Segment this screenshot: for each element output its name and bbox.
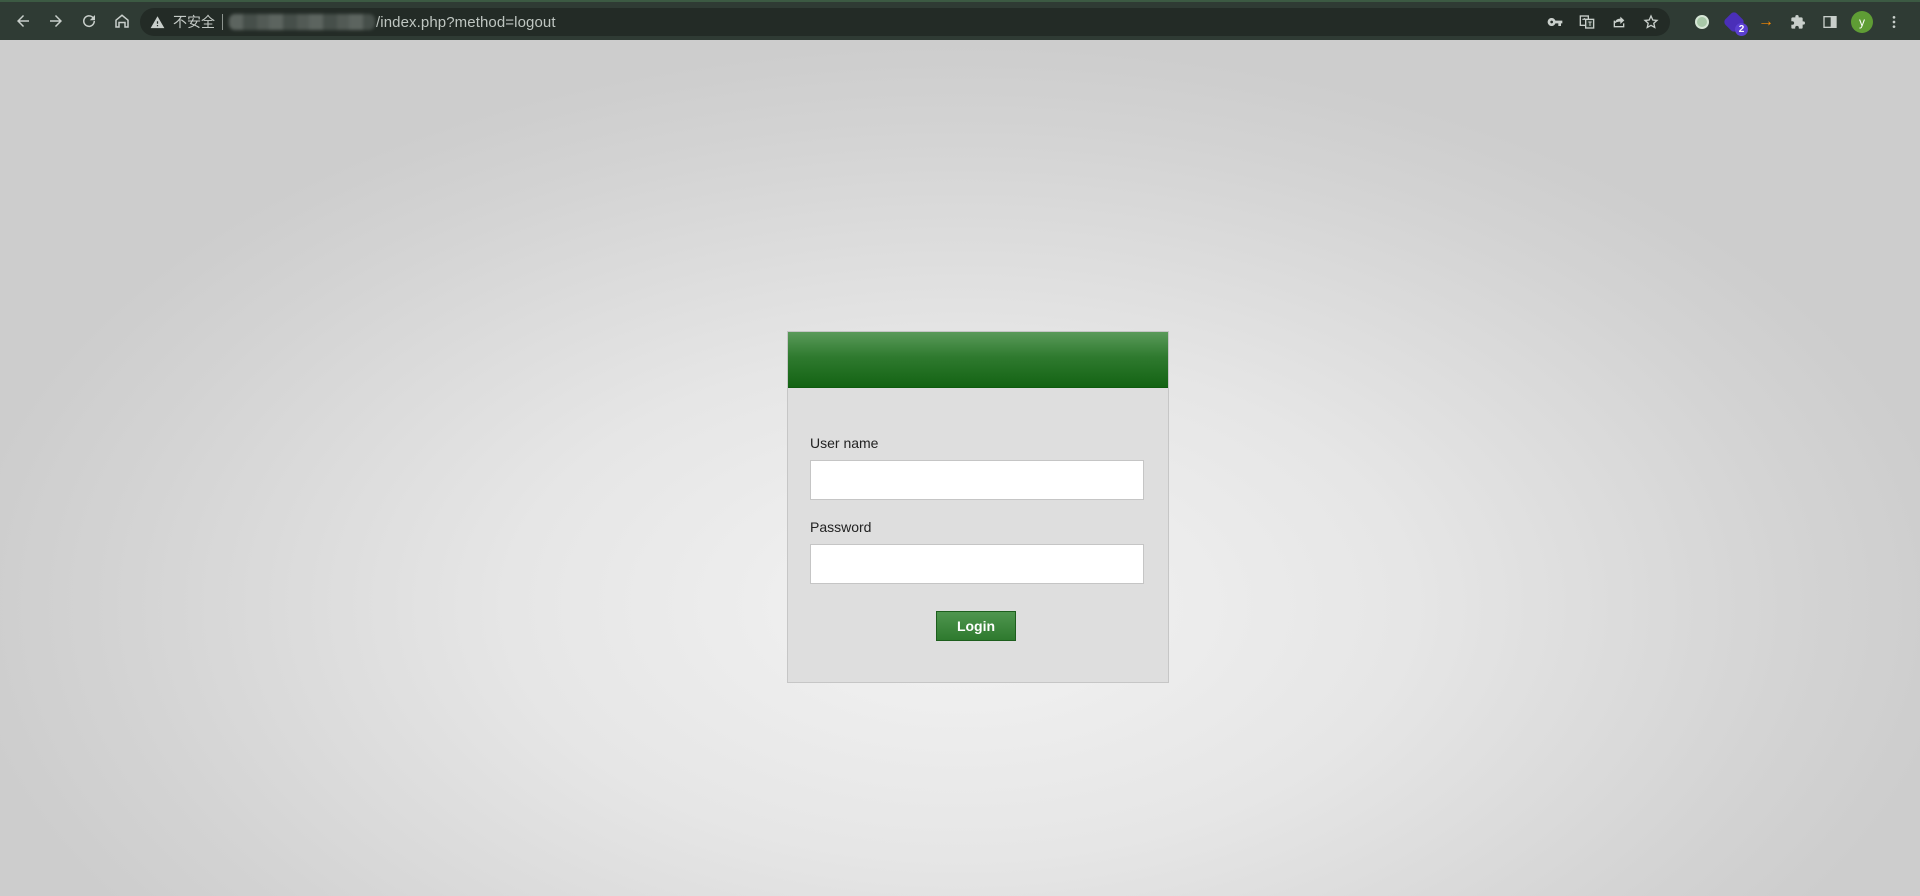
reload-button[interactable]: [77, 9, 101, 33]
translate-icon[interactable]: [1576, 11, 1598, 33]
password-label: Password: [810, 519, 872, 535]
browser-toolbar: 不安全 /index.php?method=logout 2 → y: [0, 0, 1920, 40]
reload-icon: [83, 15, 96, 28]
side-panel-button[interactable]: [1818, 10, 1842, 34]
forward-button[interactable]: [44, 9, 68, 33]
login-form: User name Password Login: [788, 388, 1168, 641]
redacted-host: [229, 14, 375, 30]
back-icon: [17, 15, 29, 27]
extensions-area: 2 → y: [1690, 10, 1914, 36]
puzzle-icon: [1791, 15, 1805, 29]
login-panel: User name Password Login: [787, 331, 1169, 683]
avatar: y: [1851, 11, 1873, 33]
back-button[interactable]: [11, 9, 35, 33]
share-icon[interactable]: [1608, 11, 1630, 33]
url-divider: [222, 14, 223, 30]
extension-arrow[interactable]: →: [1754, 10, 1778, 34]
forward-icon: [50, 15, 62, 27]
star-icon[interactable]: [1640, 11, 1662, 33]
home-button[interactable]: [110, 9, 134, 33]
username-label: User name: [810, 435, 879, 451]
sidebar-icon: [1823, 16, 1837, 28]
url-path[interactable]: /index.php?method=logout: [376, 14, 556, 31]
extension-purple[interactable]: 2: [1722, 10, 1748, 36]
profile-button[interactable]: y: [1850, 10, 1874, 34]
more-menu-button[interactable]: [1882, 10, 1906, 34]
page-viewport: User name Password Login: [0, 40, 1920, 896]
username-input[interactable]: [810, 460, 1144, 500]
password-input[interactable]: [810, 544, 1144, 584]
extension-green-dot[interactable]: [1690, 10, 1714, 34]
green-dot-icon: [1695, 15, 1709, 29]
extensions-button[interactable]: [1786, 10, 1810, 34]
key-icon[interactable]: [1544, 11, 1566, 33]
warning-icon: [150, 14, 166, 30]
omnibox-actions: [1534, 11, 1662, 33]
extension-badge: 2: [1735, 23, 1748, 36]
login-header-bar: [788, 332, 1168, 388]
address-bar[interactable]: 不安全 /index.php?method=logout: [140, 8, 1670, 36]
login-button[interactable]: Login: [936, 611, 1016, 641]
submit-row: Login: [810, 611, 1144, 641]
arrow-right-icon: →: [1758, 13, 1774, 30]
home-icon: [115, 14, 129, 28]
security-label[interactable]: 不安全: [173, 12, 215, 32]
more-icon: [1892, 16, 1896, 28]
